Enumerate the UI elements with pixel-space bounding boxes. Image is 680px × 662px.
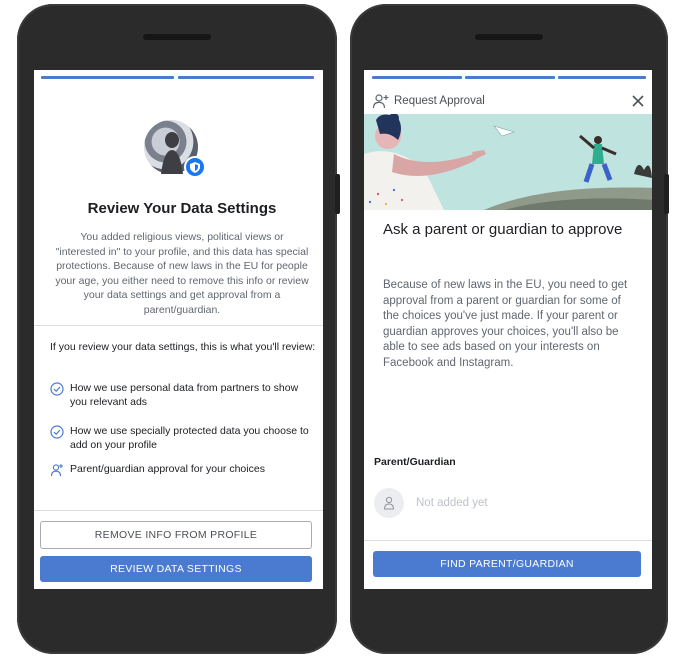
right-phone: Request Approval Ask a parent or guardia… [350, 4, 669, 654]
list-item: How we use personal data from partners t… [50, 381, 316, 409]
avatar [374, 488, 404, 518]
list-item: Parent/guardian approval for your choice… [50, 462, 316, 477]
illustration [364, 114, 652, 210]
illustration-image [364, 114, 652, 210]
left-screen: Review Your Data Settings You added reli… [34, 70, 323, 589]
header-bar: Request Approval [364, 84, 652, 118]
list-item-label: How we use specially protected data you … [70, 425, 309, 451]
guardian-label: Parent/Guardian [374, 456, 456, 468]
right-screen: Request Approval Ask a parent or guardia… [364, 70, 652, 589]
divider [34, 510, 323, 511]
shield-icon [184, 156, 206, 178]
description: Because of new laws in the EU, you need … [383, 279, 628, 369]
description: You added religious views, political vie… [55, 231, 309, 316]
progress-segment-2 [465, 76, 555, 79]
power-button [335, 174, 340, 214]
list-item: How we use specially protected data you … [50, 424, 316, 452]
progress-segment-3 [558, 76, 646, 79]
speaker [475, 34, 543, 40]
review-intro: If you review your data settings, this i… [50, 341, 316, 353]
progress-segment-2 [178, 76, 314, 79]
list-item-label: How we use personal data from partners t… [70, 382, 299, 408]
find-parent-guardian-button[interactable]: FIND PARENT/GUARDIAN [373, 551, 641, 577]
guardian-row: Not added yet [374, 488, 488, 518]
list-item-label: Parent/guardian approval for your choice… [70, 463, 265, 475]
progress-segment-1 [372, 76, 462, 79]
progress-segment-1 [41, 76, 174, 79]
review-data-settings-button[interactable]: REVIEW DATA SETTINGS [40, 556, 312, 582]
person-icon [383, 496, 395, 510]
add-person-icon [372, 94, 389, 109]
page-title: Review Your Data Settings [87, 200, 277, 217]
divider [364, 540, 652, 541]
speaker [143, 34, 211, 40]
remove-info-button[interactable]: REMOVE INFO FROM PROFILE [40, 521, 312, 549]
page-title: Ask a parent or guardian to approve [383, 221, 623, 238]
divider [34, 325, 323, 326]
left-phone: Review Your Data Settings You added reli… [17, 4, 340, 654]
close-icon[interactable] [632, 95, 644, 107]
guardian-placeholder: Not added yet [416, 497, 488, 509]
header-title: Request Approval [394, 95, 485, 107]
power-button [664, 174, 669, 214]
add-person-icon [50, 464, 63, 477]
check-circle-icon [50, 382, 64, 396]
check-circle-icon [50, 425, 64, 439]
